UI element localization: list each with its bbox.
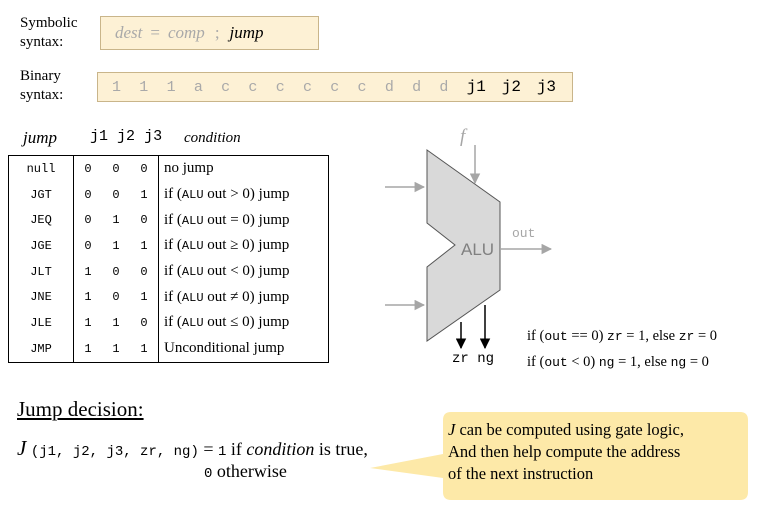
binary-bit: c [302,78,312,96]
j3-bit: 1 [130,233,159,259]
jump-mnemonic: JMP [8,335,74,363]
j3-bit: 0 [130,310,159,336]
binary-label-line2: syntax: [20,87,64,103]
binary-bit: c [221,78,231,96]
alu-out-label: out [512,226,536,241]
j3-bit: 0 [130,154,159,182]
j2-bit: 1 [112,238,120,253]
table-header-condition: condition [184,130,241,146]
jump-table: null 0 0 0 no jump JGT 0 0 1 if (ALU out > 0) jum… [8,154,329,363]
j3-bit: 1 [130,181,159,208]
jump-mnemonic: JLT [8,258,74,285]
binary-jump-bit: j2 [501,78,521,96]
j1-bit: 1 [84,315,92,330]
jump-condition: if (ALU out ≥ 0) jump [158,233,329,259]
header-j3: j3 [144,128,163,145]
table-row: JLE 1 1 0 if (ALU out ≤ 0) jump [8,310,329,336]
alu-label: ALU [461,240,495,259]
table-header-jump: jump [23,128,57,147]
j3-bit: 0 [130,258,159,285]
symbolic-syntax-box: dest = comp ; jump [100,16,319,50]
binary-bit: d [412,78,422,96]
binary-bit: c [357,78,367,96]
binary-bit: c [275,78,285,96]
binary-bit: d [384,78,394,96]
binary-label: Binary syntax: [20,67,63,105]
jump-mnemonic: JNE [8,284,74,311]
j2-bit: 0 [112,264,120,279]
table-row: JGT 0 0 1 if (ALU out > 0) jump [8,181,329,208]
binary-bit: c [248,78,258,96]
zr-ng-label: zr ng [452,351,495,367]
zr-definition: if (out == 0) zr = 1, else zr = 0 [527,328,718,344]
binary-jump-bit: j3 [536,78,557,96]
j3-bit: 0 [130,207,159,234]
jump-decision-otherwise: 0 otherwise [204,461,287,482]
j2-bit: 1 [112,213,120,228]
jump-condition: if (ALU out < 0) jump [158,258,329,285]
table-row: JMP 1 1 1 Unconditional jump [8,335,329,363]
j1-bit: 0 [84,238,92,253]
semicolon: ; [214,23,220,42]
jump-condition: if (ALU out ≠ 0) jump [158,284,329,311]
J-args: (j1, j2, j3, zr, ng) [30,444,199,460]
jump-mnemonic: JGT [8,181,74,208]
header-j1: j1 [90,128,109,145]
binary-bit: d [439,78,449,96]
jump-decision-formula: J (j1, j2, j3, zr, ng) = 1 if condition … [17,436,368,460]
j1-bit: 0 [84,213,92,228]
table-row: JNE 1 0 1 if (ALU out ≠ 0) jump [8,284,329,311]
jump-condition: Unconditional jump [158,335,329,363]
symbolic-label-line2: syntax: [20,34,64,50]
jump-decision-title: Jump decision: [17,397,144,421]
binary-bit: 1 [166,78,176,96]
jump-condition: if (ALU out > 0) jump [158,181,329,208]
j3-bit: 1 [130,284,159,311]
alu-f-label: f [460,126,466,147]
j3-bit: 1 [130,335,159,363]
J-symbol: J [17,436,27,460]
table-header-bits: j1 j2 j3 [90,128,162,145]
binary-label-line1: Binary [20,68,61,84]
j2-bit: 0 [102,154,130,182]
ng-definition: if (out < 0) ng = 1, else ng = 0 [527,354,709,370]
jump-mnemonic: JEQ [8,207,74,234]
j1-bit: 0 [73,154,102,182]
jump-mnemonic: JGE [8,233,74,259]
j1-bit: 0 [84,187,92,202]
j1-bit: 1 [73,335,102,363]
table-row: null 0 0 0 no jump [8,154,329,182]
j2-bit: 0 [112,187,120,202]
equals-sign: = [150,23,160,42]
comp-field: comp [167,23,205,42]
j2-bit: 0 [112,290,120,305]
callout-text: J can be computed using gate logic, And … [448,420,684,483]
jump-mnemonic: JLE [8,310,74,336]
condition-word: condition [246,439,315,459]
j2-bit: 1 [112,315,120,330]
j2-bit: 1 [102,335,130,363]
binary-syntax-box: 1 1 1 a c c c c c c d d d j1 j2 j3 [97,72,573,102]
table-row: JGE 0 1 1 if (ALU out ≥ 0) jump [8,233,329,259]
symbolic-label-line1: Symbolic [20,15,78,31]
binary-bit: 1 [139,78,149,96]
jump-field: jump [229,23,264,42]
symbolic-label: Symbolic syntax: [20,14,78,52]
jump-mnemonic: null [8,154,74,182]
table-row: JEQ 0 1 0 if (ALU out = 0) jump [8,207,329,234]
jump-condition: no jump [158,154,329,182]
j1-bit: 1 [84,290,92,305]
binary-bit: c [330,78,340,96]
header-j2: j2 [117,128,136,145]
binary-bit: 1 [112,78,122,96]
dest-field: dest [115,23,143,42]
j1-bit: 1 [84,264,92,279]
jump-condition: if (ALU out ≤ 0) jump [158,310,329,336]
binary-jump-bit: j1 [466,78,486,96]
binary-bit: a [193,78,203,96]
table-row: JLT 1 0 0 if (ALU out < 0) jump [8,258,329,285]
jump-condition: if (ALU out = 0) jump [158,207,329,234]
